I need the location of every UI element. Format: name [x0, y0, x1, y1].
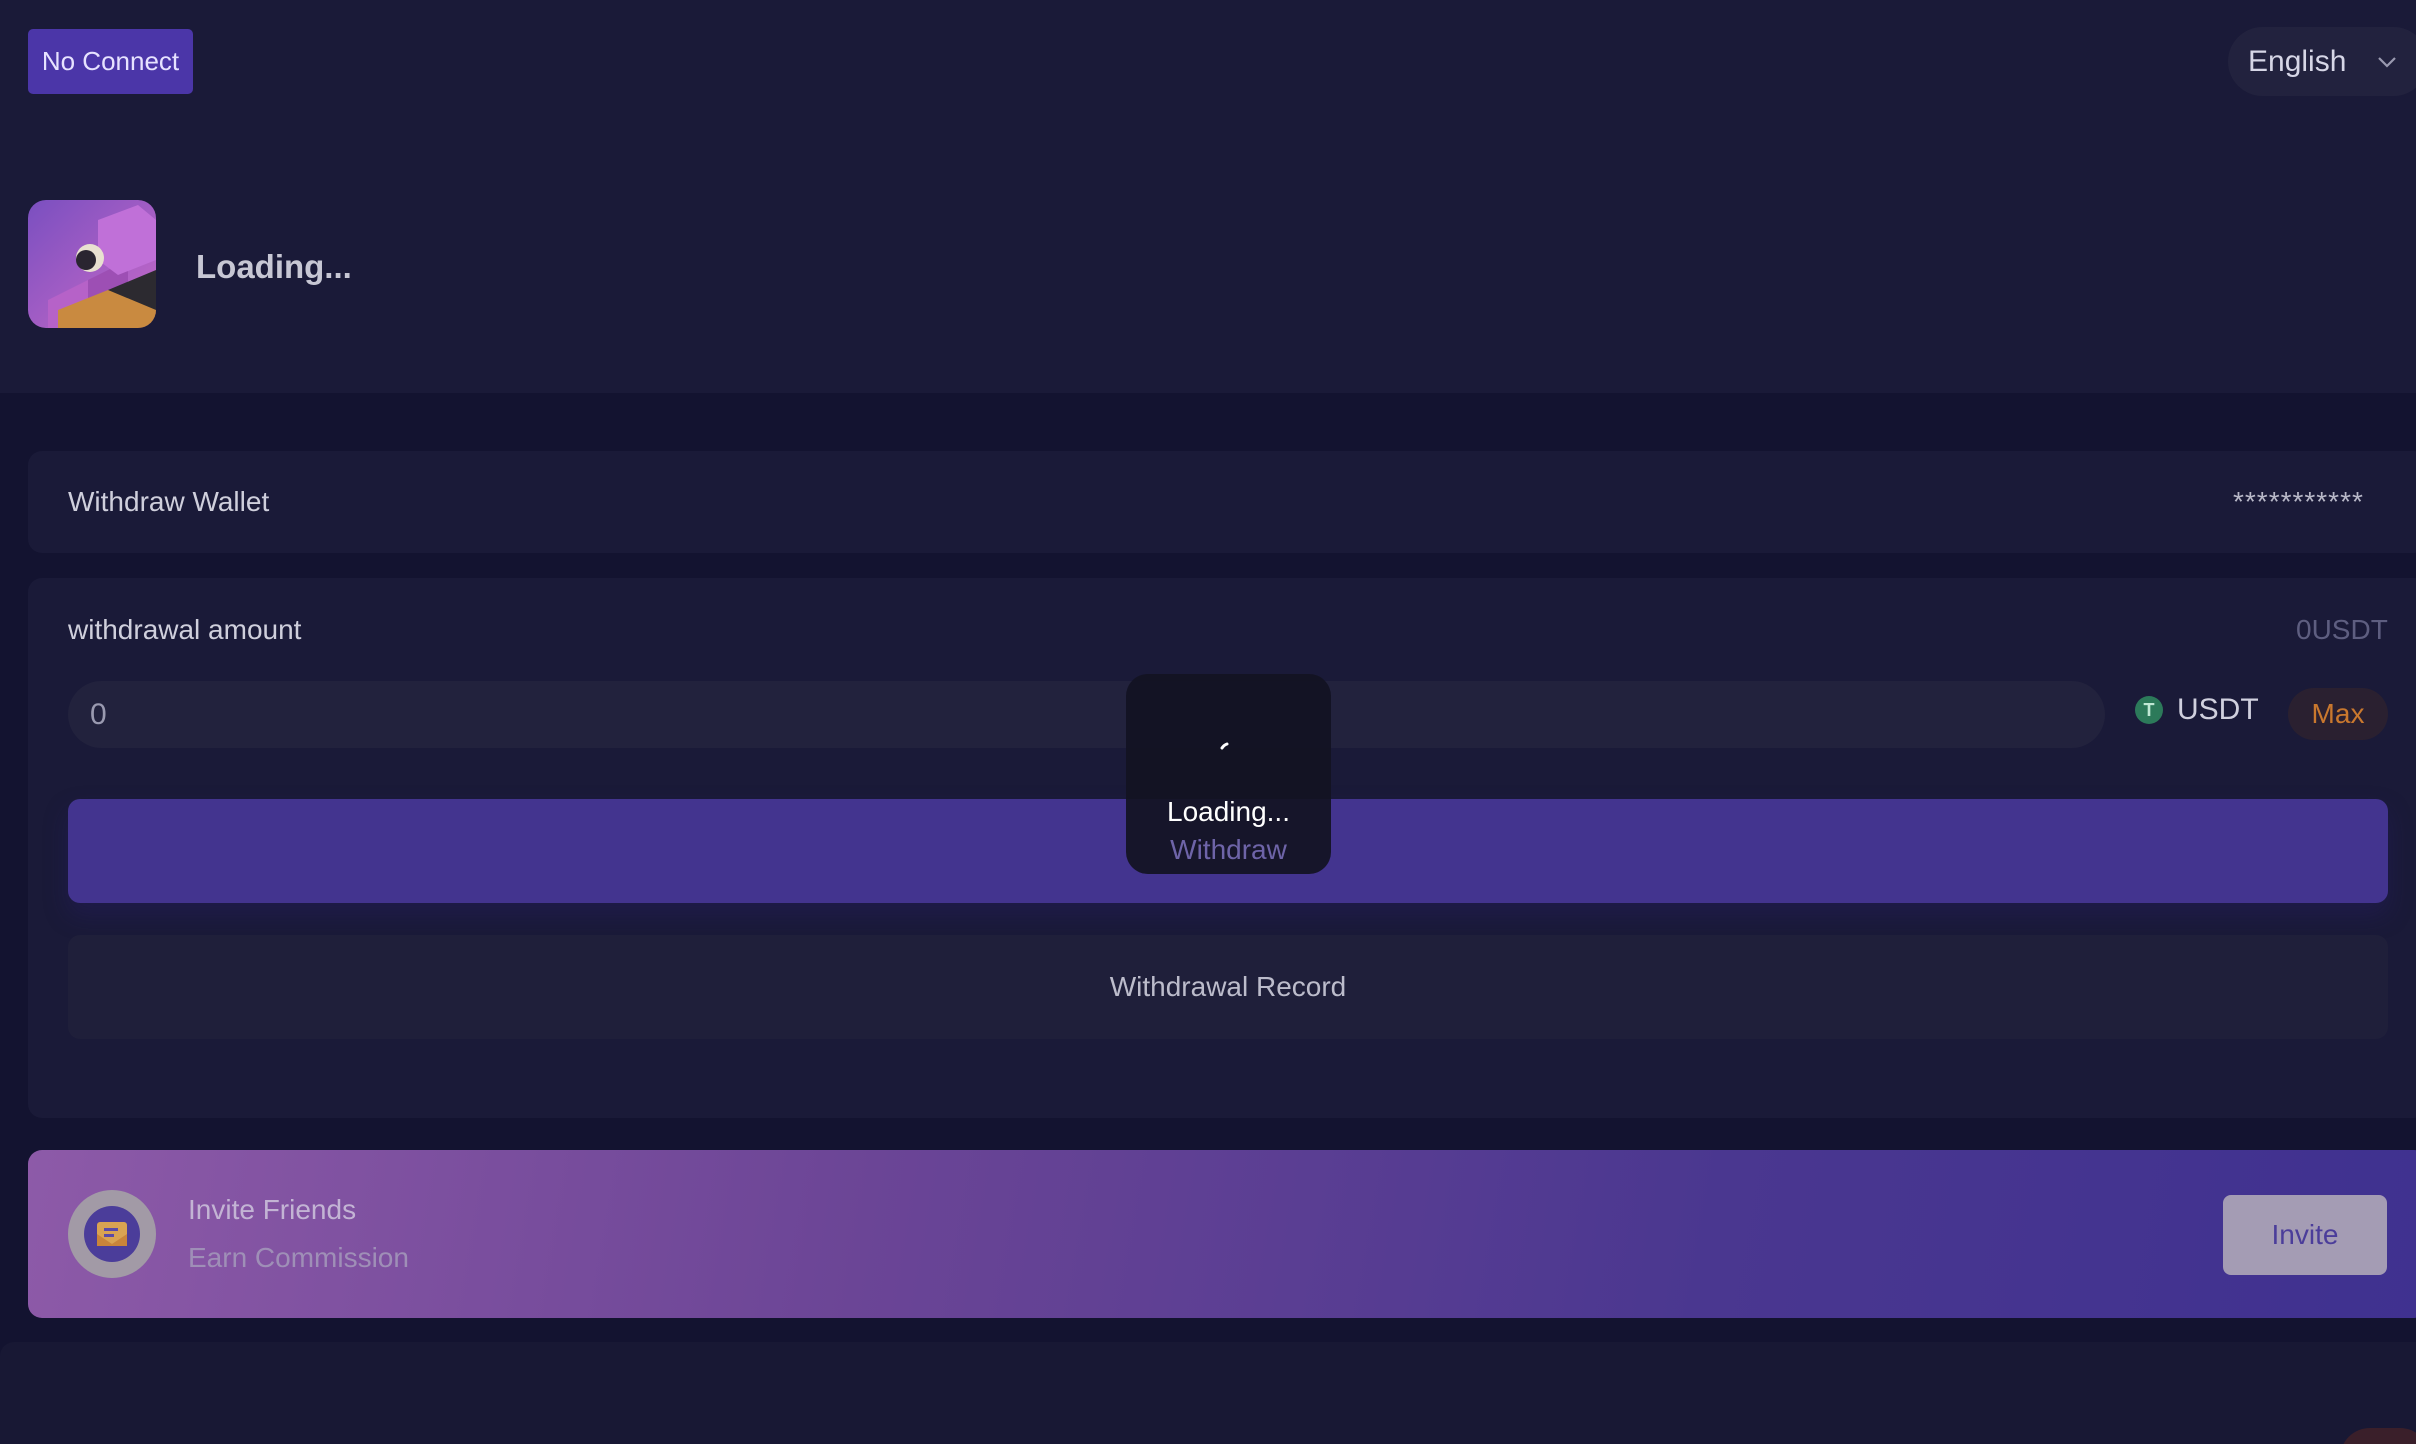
language-label: English — [2248, 44, 2347, 78]
envelope-icon — [84, 1206, 140, 1262]
available-balance: 0USDT — [2296, 614, 2388, 645]
withdrawal-amount-label: withdrawal amount — [68, 614, 302, 645]
invite-banner: Invite Friends Earn Commission Invite — [28, 1150, 2416, 1318]
withdraw-wallet-card: Withdraw Wallet *********** — [28, 451, 2416, 553]
app-title: Loading... — [196, 248, 352, 285]
token-label: USDT — [2177, 693, 2259, 726]
withdrawal-record-button[interactable]: Withdrawal Record — [68, 935, 2388, 1039]
app-logo — [28, 200, 156, 328]
withdraw-page: No Connect English Loading... Withdraw W… — [0, 0, 2416, 1444]
bottom-section — [0, 1342, 2416, 1444]
wallet-address: *********** — [2233, 486, 2364, 517]
connect-wallet-button[interactable]: No Connect — [28, 29, 193, 94]
chevron-down-icon — [2378, 56, 2397, 68]
invite-title: Invite Friends — [188, 1194, 357, 1225]
invite-avatar — [68, 1190, 156, 1278]
header-section: No Connect English Loading... — [0, 0, 2416, 393]
withdraw-button-label: Withdraw — [1170, 834, 1287, 865]
loading-toast: Loading... Withdraw — [1126, 674, 1331, 874]
invite-button[interactable]: Invite — [2223, 1195, 2387, 1275]
withdraw-wallet-label: Withdraw Wallet — [68, 486, 270, 517]
usdt-icon: T — [2135, 696, 2163, 724]
loading-toast-text: Loading... — [1167, 796, 1290, 827]
token-indicator: T USDT — [2135, 693, 2259, 727]
spinner-icon — [1220, 742, 1229, 750]
invite-subtitle: Earn Commission — [188, 1242, 409, 1273]
withdrawal-amount-input[interactable] — [68, 681, 2105, 748]
language-select[interactable]: English — [2228, 27, 2416, 96]
max-button[interactable]: Max — [2288, 688, 2388, 740]
